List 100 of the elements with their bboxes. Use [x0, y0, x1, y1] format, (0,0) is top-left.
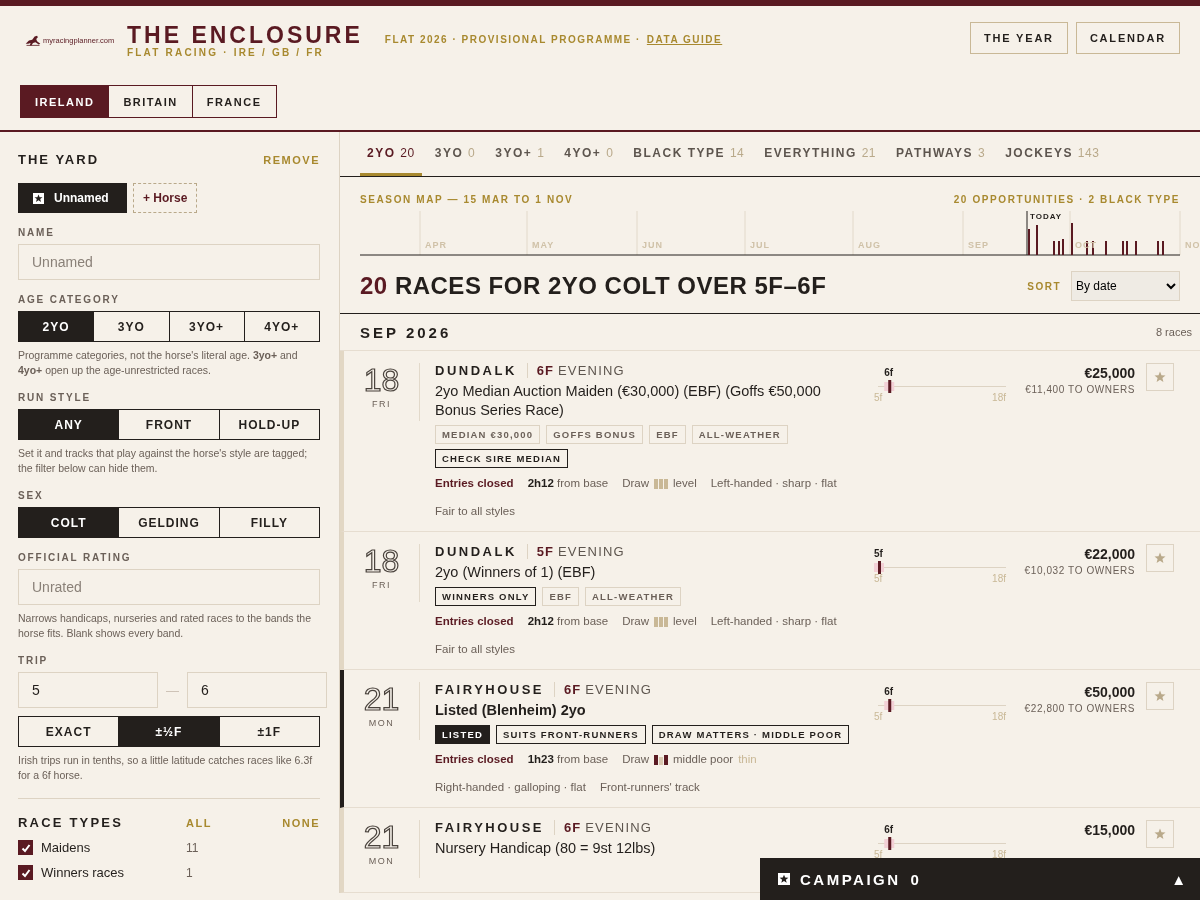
month-label: SEP — [968, 240, 989, 250]
country-tab[interactable]: BRITAIN — [108, 85, 193, 118]
prize-money: €25,000 — [1084, 365, 1135, 381]
race-weekday: MON — [368, 718, 395, 728]
race-tag: LISTED — [435, 725, 490, 744]
trip-value: 5f — [874, 548, 883, 559]
owners-prize: €10,032 TO OWNERS — [1024, 565, 1135, 576]
trip-min: 5f — [874, 711, 883, 722]
draw-label: Draw — [622, 753, 650, 765]
horse-chip-icon — [778, 873, 790, 885]
trip-to-field[interactable]: 6 — [187, 672, 327, 708]
favorite-button[interactable] — [1146, 682, 1174, 710]
horse-chip[interactable]: + Horse — [133, 183, 198, 213]
segment-button[interactable]: ±1F — [218, 717, 319, 746]
month-label: AUG — [858, 240, 881, 250]
horse-chip[interactable]: Unnamed — [18, 183, 127, 213]
favorite-button[interactable] — [1146, 820, 1174, 848]
campaign-bar[interactable]: CAMPAIGN 0 ▲ — [760, 858, 1200, 900]
trip-min: 5f — [874, 573, 883, 584]
expand-toggle[interactable]: ▲ — [1171, 870, 1186, 888]
trip-value: 6f — [884, 686, 894, 697]
race-trip: 6F — [564, 682, 582, 697]
trip-from-field[interactable]: 5 — [18, 672, 158, 708]
travel-time: 2h12 — [527, 477, 554, 489]
trip-min: 5f — [874, 392, 883, 403]
segment-button[interactable]: EXACT — [19, 717, 119, 746]
race-session: EVENING — [585, 682, 653, 697]
draw-note: thin — [738, 753, 757, 765]
text-field[interactable]: Unnamed — [18, 244, 320, 280]
country-tab[interactable]: FRANCE — [191, 85, 277, 118]
segment-button[interactable]: ANY — [19, 410, 119, 439]
season-map-title: SEASON MAP — 15 MAR TO 1 NOV — [360, 194, 574, 205]
category-tab[interactable]: 3YO+ 1 — [488, 132, 552, 176]
star-icon — [1154, 690, 1166, 702]
segment-button[interactable]: 3YO+ — [168, 312, 244, 341]
trip-max: 18f — [992, 849, 1006, 860]
race-count: 1 — [186, 865, 193, 880]
nav-button[interactable]: THE YEAR — [970, 22, 1068, 54]
segment-button[interactable]: FRONT — [118, 410, 219, 439]
trip-max: 18f — [992, 392, 1006, 403]
segment-button[interactable]: GELDING — [118, 508, 219, 537]
race-tag: EBF — [649, 425, 686, 444]
travel-note: from base — [557, 753, 609, 765]
checkbox[interactable] — [18, 840, 33, 855]
race-day: 18 — [363, 363, 400, 397]
category-tab[interactable]: BLACK TYPE 14 — [626, 132, 752, 176]
sort-dropdown[interactable]: By date — [1071, 271, 1180, 301]
segment-button[interactable]: FILLY — [218, 508, 319, 537]
month-title: SEP 2026 — [360, 323, 452, 341]
horse-logo-icon — [24, 33, 42, 47]
trip-value: 6f — [884, 367, 894, 378]
race-tag: MEDIAN €30,000 — [435, 425, 541, 444]
segment-button[interactable]: 4YO+ — [243, 312, 319, 341]
nav-button[interactable]: CALENDAR — [1075, 22, 1180, 54]
segment-button[interactable]: COLT — [19, 508, 119, 537]
race-tag: SUITS FRONT-RUNNERS — [496, 725, 646, 744]
owners-prize: €11,400 TO OWNERS — [1025, 384, 1135, 395]
race-session: EVENING — [557, 363, 625, 378]
category-tab[interactable]: 4YO+ 0 — [557, 132, 621, 176]
travel-time: 1h23 — [527, 753, 554, 765]
checkbox[interactable] — [18, 865, 33, 880]
trip-value: 6f — [884, 824, 894, 835]
month-label: MAY — [532, 240, 555, 250]
race-day: 21 — [363, 682, 400, 716]
segment-button[interactable]: HOLD-UP — [218, 410, 319, 439]
category-tab[interactable]: EVERYTHING 21 — [757, 132, 883, 176]
month-label: JUL — [750, 240, 770, 250]
race-count: 11 — [186, 840, 199, 855]
month-label: APR — [425, 240, 447, 250]
help-text: Programme categories, not the horse's literal age. 3yo+ and 4yo+ open up the age-unrestricted races. — [18, 348, 299, 378]
category-tab[interactable]: 3YO 0 — [427, 132, 483, 176]
campaign-label: CAMPAIGN — [800, 870, 901, 888]
today-line — [1026, 211, 1028, 256]
trip-max: 18f — [992, 711, 1006, 722]
site-subtitle: FLAT RACING · IRE / GB / FR — [127, 46, 325, 58]
star-icon — [1154, 552, 1166, 564]
category-tab[interactable]: PATHWAYS 3 — [889, 132, 993, 176]
favorite-button[interactable] — [1146, 544, 1174, 572]
country-tab[interactable]: IRELAND — [20, 85, 110, 118]
race-tag: WINNERS ONLY — [435, 587, 537, 606]
prize-money: €50,000 — [1084, 684, 1135, 700]
race-session: EVENING — [585, 820, 653, 835]
field-label: OFFICIAL RATING — [18, 552, 133, 563]
trip-max: 18f — [992, 573, 1006, 584]
site-title: THE ENCLOSURE — [127, 22, 363, 47]
help-text: Irish trips run in tenths, so a little latitude catches races like 6.3f for a 6f horse. — [18, 753, 314, 783]
race-title: 2yo (Winners of 1) (EBF) — [435, 563, 597, 582]
race-tag: EBF — [542, 587, 580, 606]
checkbox-label: Winners races — [41, 865, 126, 880]
text-field[interactable]: Unrated — [18, 569, 320, 605]
category-tab[interactable]: JOCKEYS 143 — [998, 132, 1107, 176]
campaign-count: 0 — [910, 870, 919, 888]
trip-min: 5f — [874, 849, 883, 860]
segment-button[interactable]: 3YO — [93, 312, 169, 341]
track-description: Left-handed · sharp · flat — [710, 615, 837, 627]
category-tab[interactable]: 2YO 20 — [360, 132, 422, 176]
segment-button[interactable]: 2YO — [19, 312, 94, 341]
travel-note: from base — [557, 615, 609, 627]
favorite-button[interactable] — [1146, 363, 1174, 391]
segment-button[interactable]: ±½F — [118, 717, 219, 746]
